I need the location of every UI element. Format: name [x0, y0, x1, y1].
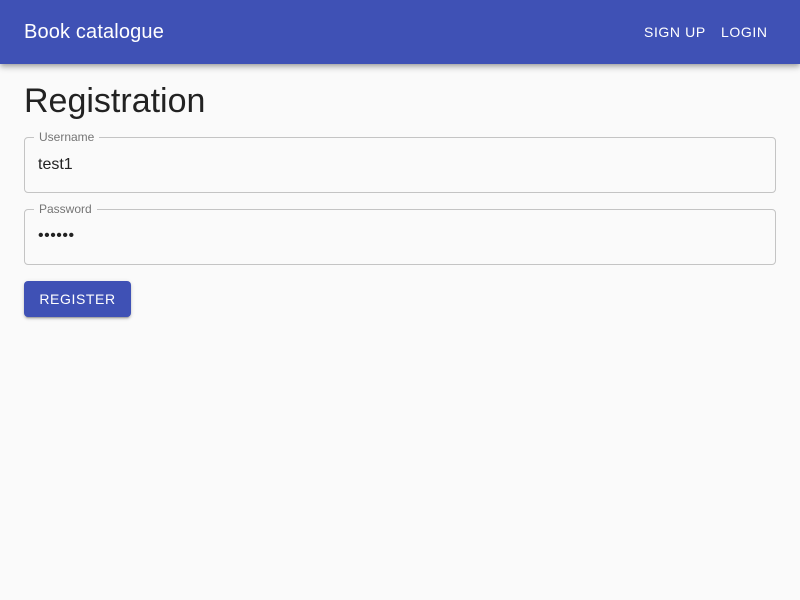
username-label: Username: [34, 130, 100, 144]
username-field[interactable]: Username test1: [24, 130, 776, 193]
app-bar: Book catalogue SIGN UP LOGIN: [0, 0, 800, 64]
password-input[interactable]: ••••••: [38, 226, 75, 246]
login-button[interactable]: LOGIN: [721, 18, 768, 46]
page-title: Registration: [24, 82, 206, 120]
app-title: Book catalogue: [24, 21, 164, 43]
sign-up-button[interactable]: SIGN UP: [644, 18, 706, 46]
password-field[interactable]: Password ••••••: [24, 202, 776, 265]
password-label: Password: [34, 202, 97, 216]
username-input[interactable]: test1: [38, 155, 73, 175]
register-button[interactable]: REGISTER: [24, 281, 131, 317]
